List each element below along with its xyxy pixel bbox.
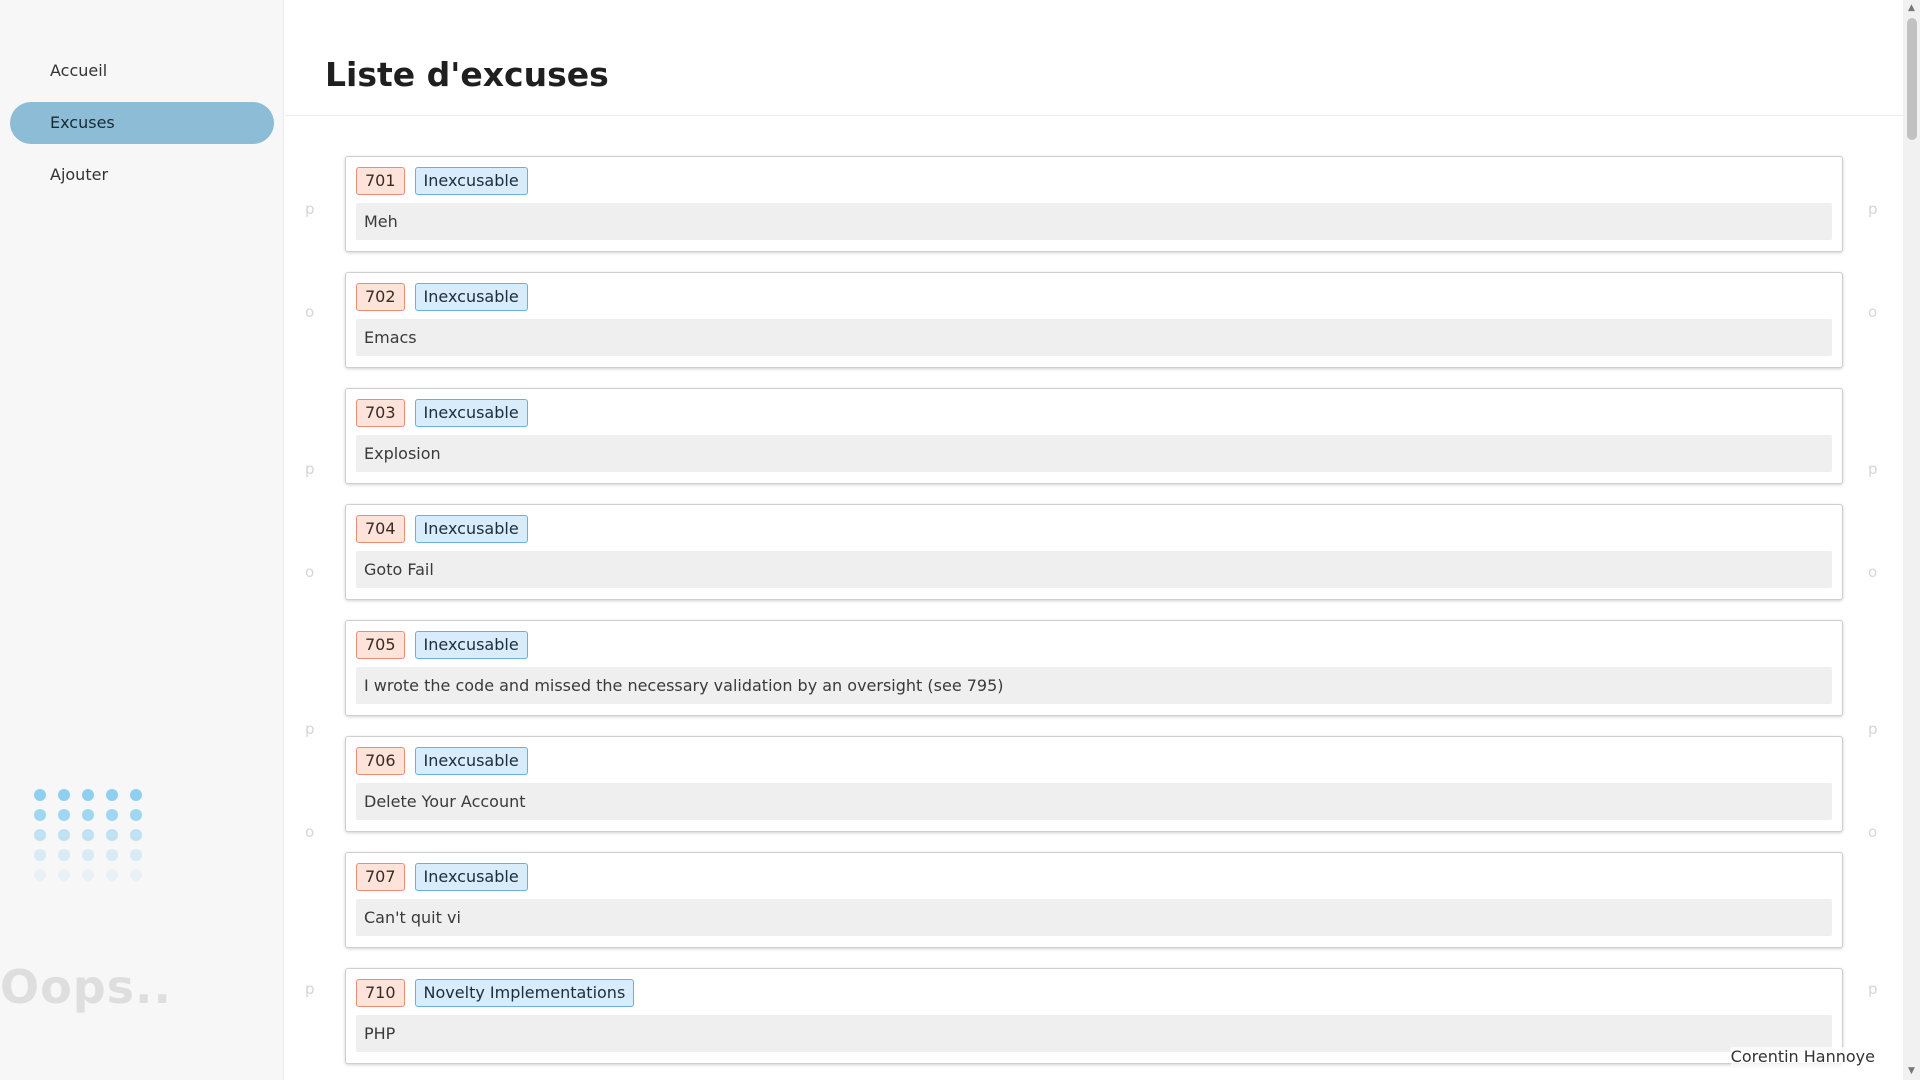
watermark-glyph: o (305, 823, 315, 841)
watermark-glyph: o (1868, 823, 1878, 841)
watermark-glyph: p (1868, 720, 1878, 738)
watermark-glyph: o (1868, 303, 1878, 321)
excuse-id-badge: 706 (356, 747, 405, 775)
excuse-tag-badge[interactable]: Inexcusable (414, 747, 528, 775)
decorative-dot (58, 789, 70, 801)
scroll-up-arrow-icon[interactable]: ▲ (1903, 0, 1920, 17)
excuse-badges: 706 Inexcusable (356, 747, 1832, 775)
author-credit: Corentin Hannoye (1730, 1047, 1875, 1066)
excuse-id-badge: 705 (356, 631, 405, 659)
excuse-id-badge: 707 (356, 863, 405, 891)
decorative-dot (130, 789, 142, 801)
excuse-badges: 703 Inexcusable (356, 399, 1832, 427)
excuse-tag-badge[interactable]: Inexcusable (414, 399, 528, 427)
sidebar: Accueil Excuses Ajouter Oops.. (0, 0, 284, 1080)
excuse-text: Delete Your Account (356, 783, 1832, 820)
scrollbar-thumb[interactable] (1907, 18, 1917, 140)
decorative-dot (82, 829, 94, 841)
excuse-card[interactable]: 701 Inexcusable Meh (345, 156, 1843, 252)
excuse-badges: 707 Inexcusable (356, 863, 1832, 891)
decorative-dot (34, 829, 46, 841)
sidebar-item-label: Excuses (50, 113, 115, 132)
excuse-text: Explosion (356, 435, 1832, 472)
decorative-dot (34, 849, 46, 861)
vertical-scrollbar[interactable]: ▲ ▼ (1903, 0, 1920, 1080)
excuse-list: 701 Inexcusable Meh 702 Inexcusable Emac… (345, 156, 1843, 1080)
decorative-dot (106, 849, 118, 861)
excuse-card[interactable]: 707 Inexcusable Can't quit vi (345, 852, 1843, 948)
decorative-dot (130, 809, 142, 821)
decorative-dot (58, 869, 70, 881)
sidebar-nav: Accueil Excuses Ajouter (10, 50, 274, 206)
excuse-id-badge: 710 (356, 979, 405, 1007)
excuse-text: Meh (356, 203, 1832, 240)
excuse-text: Emacs (356, 319, 1832, 356)
watermark-glyph: p (1868, 460, 1878, 478)
excuse-text: I wrote the code and missed the necessar… (356, 667, 1832, 704)
excuse-tag-badge[interactable]: Inexcusable (414, 631, 528, 659)
decorative-dot (82, 869, 94, 881)
decorative-dot (130, 829, 142, 841)
excuse-card[interactable]: 705 Inexcusable I wrote the code and mis… (345, 620, 1843, 716)
sidebar-item-excuses[interactable]: Excuses (10, 102, 274, 144)
app-window: Accueil Excuses Ajouter Oops.. p o p o p… (0, 0, 1920, 1080)
excuse-badges: 704 Inexcusable (356, 515, 1832, 543)
decorative-dot (106, 869, 118, 881)
excuse-tag-badge[interactable]: Novelty Implementations (414, 979, 635, 1007)
sidebar-item-ajouter[interactable]: Ajouter (10, 154, 274, 196)
decorative-dot (34, 789, 46, 801)
excuse-text: PHP (356, 1015, 1832, 1052)
decorative-dot (130, 869, 142, 881)
excuse-tag-badge[interactable]: Inexcusable (414, 283, 528, 311)
sidebar-item-label: Ajouter (50, 165, 109, 184)
watermark-glyph: p (305, 720, 315, 738)
watermark-glyph: p (305, 980, 315, 998)
excuse-card[interactable]: 702 Inexcusable Emacs (345, 272, 1843, 368)
decorative-dot (34, 809, 46, 821)
decorative-dot (82, 789, 94, 801)
decorative-dot (82, 809, 94, 821)
excuse-badges: 710 Novelty Implementations (356, 979, 1832, 1007)
excuse-text: Goto Fail (356, 551, 1832, 588)
decorative-dot (82, 849, 94, 861)
excuse-badges: 701 Inexcusable (356, 167, 1832, 195)
watermark-glyph: p (305, 460, 315, 478)
excuse-badges: 702 Inexcusable (356, 283, 1832, 311)
excuse-tag-badge[interactable]: Inexcusable (414, 515, 528, 543)
excuse-text: Can't quit vi (356, 899, 1832, 936)
decorative-dot (106, 789, 118, 801)
decorative-dot (58, 809, 70, 821)
excuse-badges: 705 Inexcusable (356, 631, 1832, 659)
excuse-id-badge: 703 (356, 399, 405, 427)
sidebar-item-label: Accueil (50, 61, 108, 80)
watermark-glyph: p (305, 200, 315, 218)
excuse-tag-badge[interactable]: Inexcusable (414, 167, 528, 195)
watermark-glyph: p (1868, 200, 1878, 218)
oops-decoration-text: Oops.. (0, 960, 172, 1014)
sidebar-item-accueil[interactable]: Accueil (10, 50, 274, 92)
watermark-glyph: p (1868, 980, 1878, 998)
page-title: Liste d'excuses (325, 55, 609, 94)
page-header: Liste d'excuses (285, 0, 1903, 116)
scroll-down-arrow-icon[interactable]: ▼ (1903, 1063, 1920, 1080)
excuse-card[interactable]: 710 Novelty Implementations PHP (345, 968, 1843, 1064)
excuse-id-badge: 702 (356, 283, 405, 311)
decorative-dot (58, 829, 70, 841)
excuse-card[interactable]: 706 Inexcusable Delete Your Account (345, 736, 1843, 832)
excuse-card[interactable]: 703 Inexcusable Explosion (345, 388, 1843, 484)
main-content: p o p o p o p p o p o p o p Liste d'excu… (285, 0, 1903, 1080)
watermark-glyph: o (305, 303, 315, 321)
decorative-dot (58, 849, 70, 861)
excuse-id-badge: 704 (356, 515, 405, 543)
excuse-id-badge: 701 (356, 167, 405, 195)
decorative-dot (106, 809, 118, 821)
excuse-tag-badge[interactable]: Inexcusable (414, 863, 528, 891)
dots-decoration (34, 789, 142, 881)
decorative-dot (106, 829, 118, 841)
decorative-dot (130, 849, 142, 861)
watermark-glyph: o (305, 563, 315, 581)
excuse-card[interactable]: 704 Inexcusable Goto Fail (345, 504, 1843, 600)
decorative-dot (34, 869, 46, 881)
watermark-glyph: o (1868, 563, 1878, 581)
